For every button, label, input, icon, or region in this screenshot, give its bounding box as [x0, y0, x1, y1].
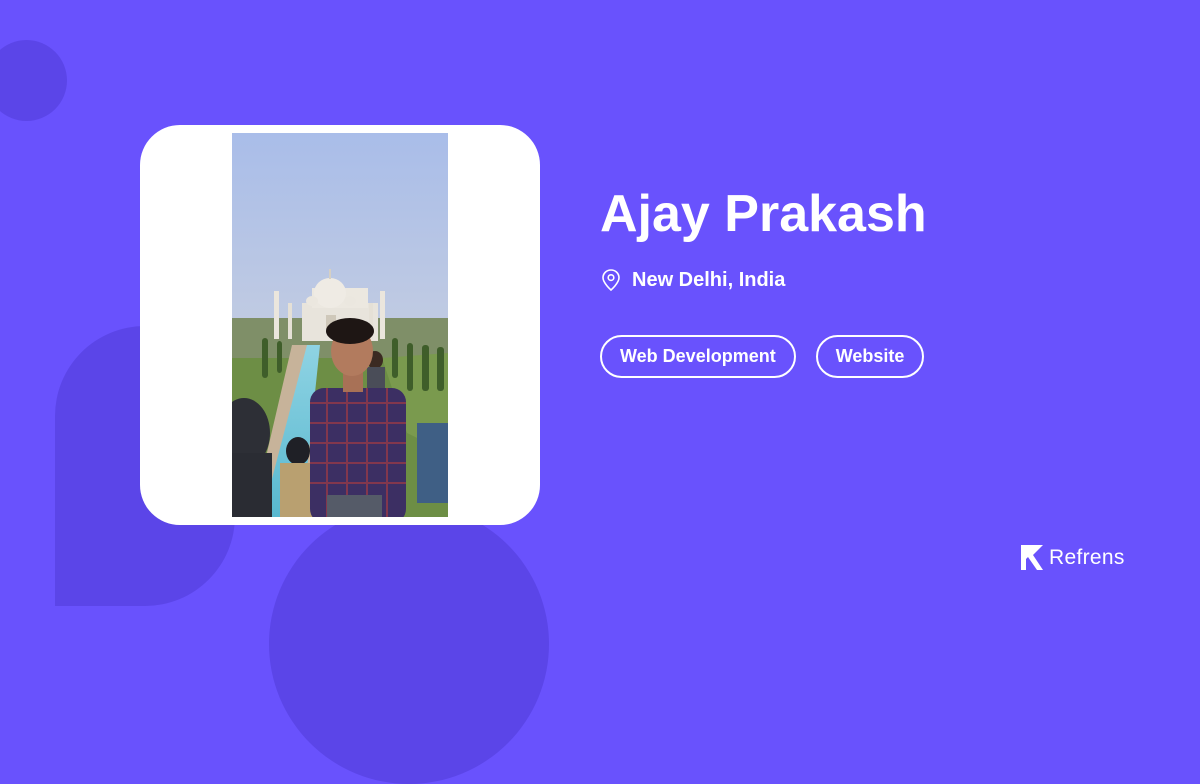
skill-tags: Web Development Website	[600, 335, 925, 378]
decorative-circle	[0, 40, 67, 121]
profile-photo	[232, 133, 448, 517]
tag-web-development[interactable]: Web Development	[600, 335, 796, 378]
brand-name: Refrens	[1049, 545, 1125, 569]
map-pin-icon	[602, 269, 620, 292]
decorative-large-circle	[269, 504, 549, 784]
refrens-logo-icon	[1021, 545, 1043, 570]
profile-photo-card	[140, 125, 540, 525]
location-text: New Delhi, India	[632, 268, 786, 291]
refrens-brand: Refrens	[1020, 544, 1125, 571]
profile-location: New Delhi, India	[600, 265, 785, 295]
tag-website[interactable]: Website	[815, 335, 925, 378]
profile-name: Ajay Prakash	[600, 185, 927, 243]
